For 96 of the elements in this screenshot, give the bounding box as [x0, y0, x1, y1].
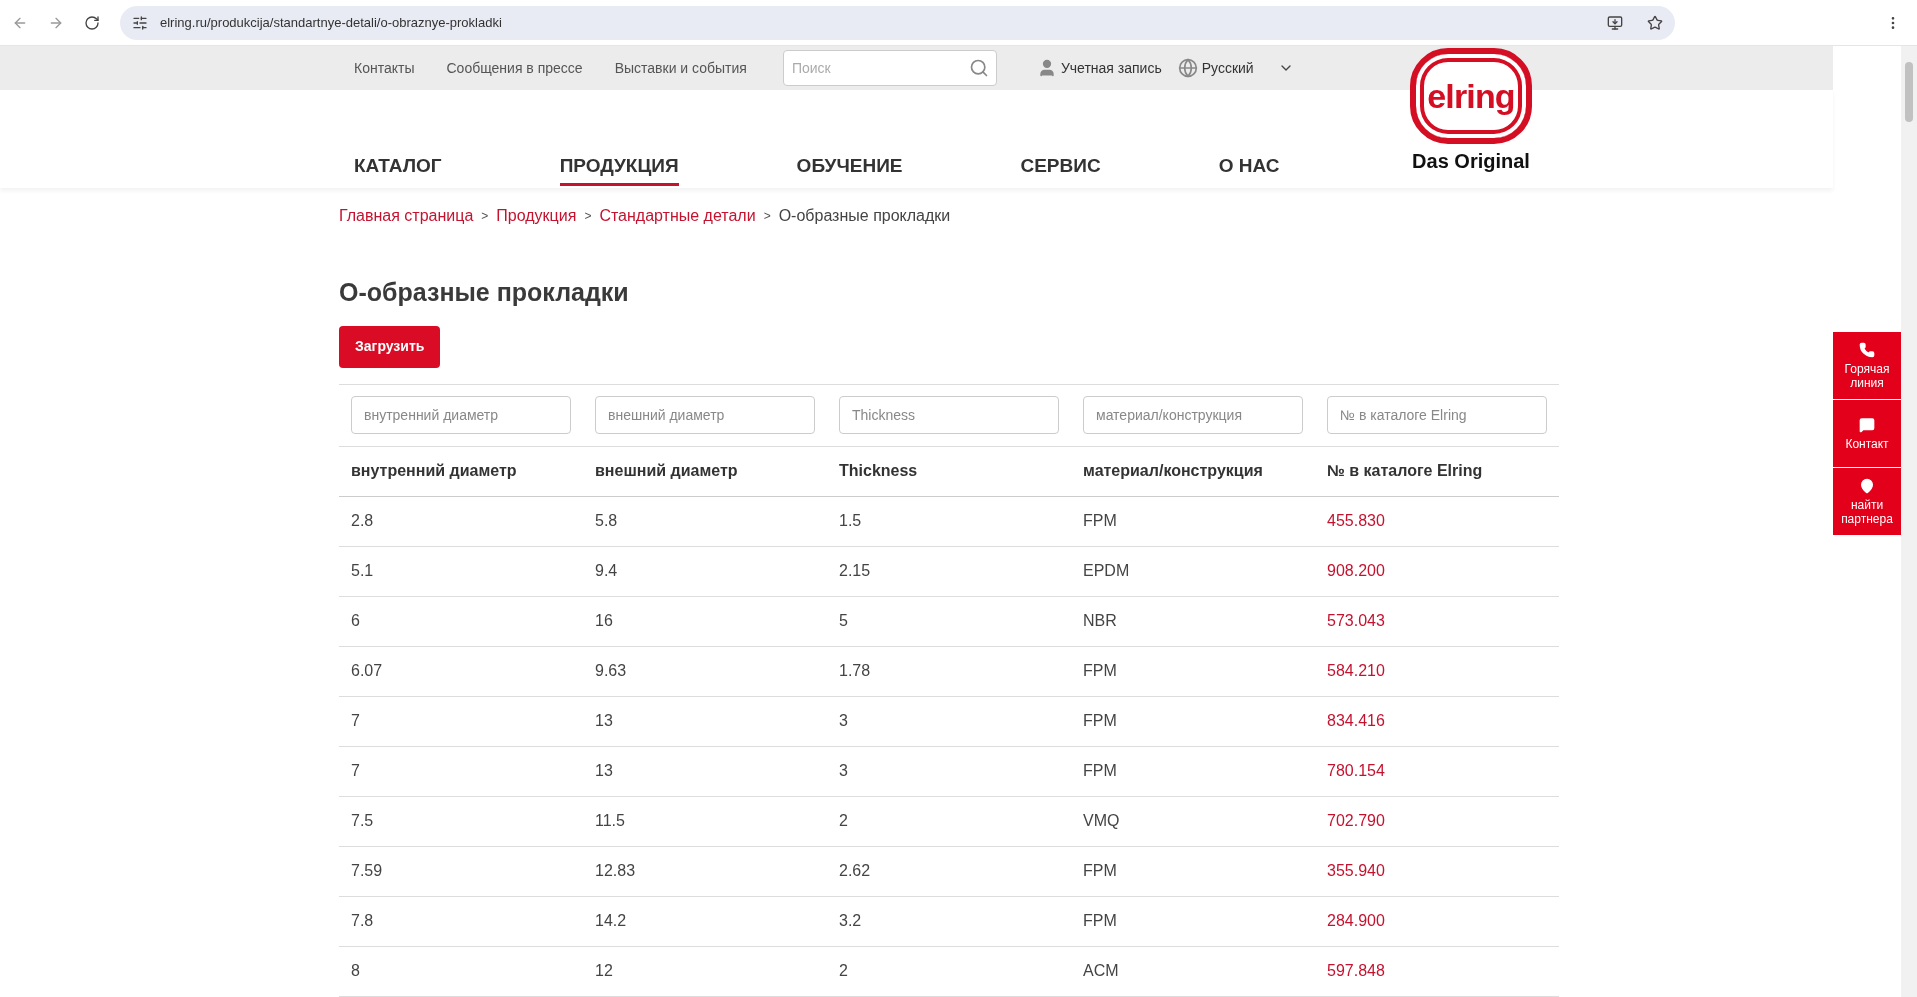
table-cell-text: 9.63: [594, 661, 628, 681]
catalog-number-link[interactable]: 908.200: [1315, 559, 1559, 583]
nav-tab[interactable]: КАТАЛОГ: [354, 151, 442, 186]
table-cell-text: VMQ: [1082, 811, 1121, 831]
top-link[interactable]: Контакты: [354, 57, 415, 79]
column-header: Thickness: [838, 461, 919, 481]
download-button[interactable]: Загрузить: [339, 325, 441, 368]
install-icon[interactable]: [1607, 14, 1623, 31]
table-cell-text: 1.78: [838, 661, 872, 681]
table-cell-text: 13: [594, 711, 614, 731]
filter-field[interactable]: внутренний диаметр: [351, 396, 571, 434]
table-cell-text: FPM: [1082, 711, 1118, 731]
catalog-number-link[interactable]: 780.154: [1315, 759, 1559, 783]
search-field[interactable]: Поиск: [782, 50, 997, 86]
search-icon[interactable]: [968, 58, 989, 78]
catalog-number-link[interactable]: 584.210: [1315, 659, 1559, 683]
side-contact-button[interactable]: Горячая линия: [1833, 332, 1901, 399]
nav-tab[interactable]: О НАС: [1218, 151, 1280, 186]
catalog-number-link[interactable]: 834.416: [1315, 709, 1559, 733]
table-cell-text: 5: [838, 611, 849, 631]
nav-tab[interactable]: ПРОДУКЦИЯ: [559, 151, 679, 186]
table-cell-text: FPM: [1082, 761, 1118, 781]
reload-icon[interactable]: [84, 14, 100, 31]
page-title: О-образные прокладки: [339, 277, 630, 308]
table-cell-text: 9.4: [594, 561, 619, 581]
logo-tagline: Das Original: [1412, 149, 1530, 174]
breadcrumb-link[interactable]: Продукция: [496, 204, 577, 228]
table-cell-text: EPDM: [1082, 561, 1131, 581]
catalog-number-link[interactable]: 702.790: [1315, 809, 1559, 833]
table-cell-text: 7.59: [350, 861, 384, 881]
table-cell-text: 7: [350, 711, 361, 731]
filter-field[interactable]: Thickness: [839, 396, 1059, 434]
table-cell-text: FPM: [1082, 511, 1118, 531]
table-cell-text: 8: [350, 961, 361, 981]
catalog-number-link[interactable]: 597.848: [1315, 959, 1559, 983]
catalog-number-link[interactable]: 573.043: [1315, 609, 1559, 633]
catalog-number-link[interactable]: 455.830: [1315, 509, 1559, 533]
account-link[interactable]: Учетная запись: [1060, 57, 1162, 79]
filter-field[interactable]: № в каталоге Elring: [1327, 396, 1547, 434]
breadcrumb-link[interactable]: Стандартные детали: [599, 204, 756, 228]
table-cell-text: 12.83: [594, 861, 637, 881]
breadcrumb-link[interactable]: Главная страница: [339, 204, 474, 228]
site-settings-icon[interactable]: [132, 14, 148, 31]
address-bar[interactable]: elring.ru/produkcija/standartnye-detali/o-obraznye-prokladki: [120, 5, 1675, 40]
globe-icon: [1177, 58, 1198, 78]
table-cell-text: 3: [838, 711, 849, 731]
catalog-number-link[interactable]: 284.900: [1315, 909, 1559, 933]
table-cell-text: 3: [838, 761, 849, 781]
url-text: elring.ru/produkcija/standartnye-detali/o-obraznye-prokladki: [160, 13, 503, 32]
top-link[interactable]: Сообщения в прессе: [446, 57, 583, 79]
table-cell-text: 6: [350, 611, 361, 631]
catalog-number-link[interactable]: 355.940: [1315, 859, 1559, 883]
table-cell-text: 7.8: [350, 911, 375, 931]
table-cell-text: 5.1: [350, 561, 375, 581]
table-cell-text: 2.15: [838, 561, 872, 581]
table-cell-text: 5.8: [594, 511, 619, 531]
bookmark-star-icon[interactable]: [1647, 14, 1663, 31]
table-cell-text: NBR: [1082, 611, 1118, 631]
table-cell-text: ACM: [1082, 961, 1120, 981]
table-cell-text: 16: [594, 611, 614, 631]
column-header: внешний диаметр: [594, 461, 739, 481]
table-cell-text: 12: [594, 961, 614, 981]
current-page-label: О-образные прокладки: [778, 206, 951, 226]
column-header: материал/конструкция: [1082, 461, 1264, 481]
table-cell-text: 2: [838, 961, 849, 981]
table-cell-text: FPM: [1082, 911, 1118, 931]
filter-field[interactable]: внешний диаметр: [595, 396, 815, 434]
table-cell-text: 1.5: [838, 511, 863, 531]
table-cell-text: 6.07: [350, 661, 384, 681]
breadcrumb-separator: >: [763, 208, 771, 225]
table-cell-text: 11.5: [594, 811, 626, 831]
column-header: внутренний диаметр: [350, 461, 518, 481]
language-selector[interactable]: Русский: [1201, 57, 1254, 79]
phone-icon: [1859, 341, 1875, 358]
table-cell-text: 2.8: [350, 511, 375, 531]
table-cell-text: 2.62: [838, 861, 872, 881]
table-cell-text: FPM: [1082, 661, 1118, 681]
breadcrumb-separator: >: [481, 208, 489, 225]
breadcrumb-separator: >: [584, 208, 592, 225]
table-cell-text: 14.2: [594, 911, 628, 931]
table-cell-text: 7: [350, 761, 361, 781]
nav-tab[interactable]: СЕРВИС: [1020, 151, 1101, 186]
table-cell-text: FPM: [1082, 861, 1118, 881]
table-cell-text: 7.5: [350, 811, 375, 831]
table-cell-text: 13: [594, 761, 614, 781]
table-cell-text: 3.2: [838, 911, 863, 931]
map-pin-icon: [1859, 477, 1875, 494]
filter-field[interactable]: материал/конструкция: [1083, 396, 1303, 434]
logo[interactable]: elring: [1410, 48, 1532, 144]
column-header: № в каталоге Elring: [1326, 461, 1484, 481]
side-contact-button[interactable]: Контакт: [1833, 400, 1901, 467]
chat-icon: [1859, 416, 1875, 433]
side-contact-button[interactable]: найти партнера: [1833, 468, 1901, 535]
table-cell-text: 2: [838, 811, 849, 831]
top-link[interactable]: Выставки и события: [614, 57, 747, 79]
nav-tab[interactable]: ОБУЧЕНИЕ: [796, 151, 903, 186]
